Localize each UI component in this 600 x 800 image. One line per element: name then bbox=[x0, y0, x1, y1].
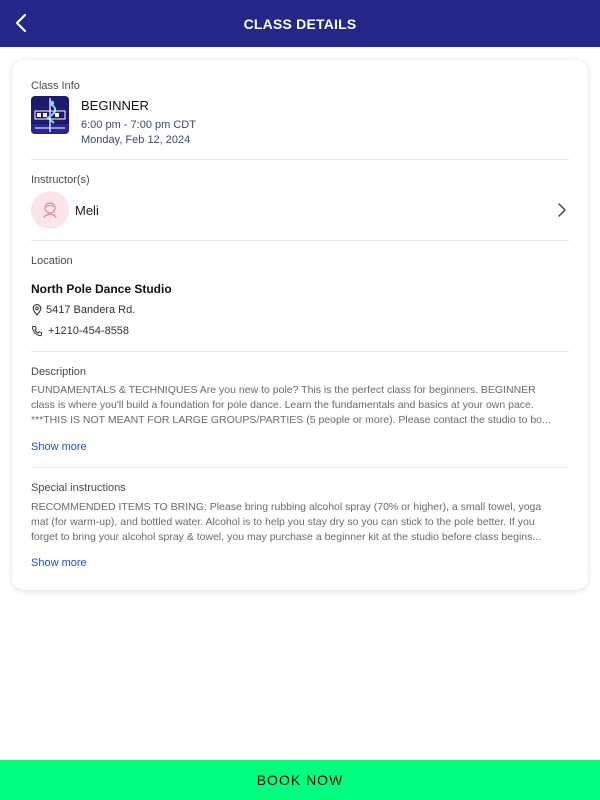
divider bbox=[31, 351, 569, 352]
divider bbox=[31, 240, 569, 241]
description-line: ***THIS IS NOT MEANT FOR LARGE GROUPS/PA… bbox=[31, 414, 551, 426]
class-info-label: Class Info bbox=[31, 80, 80, 92]
page-title: CLASS DETAILS bbox=[243, 15, 357, 32]
instructor-label: Instructor(s) bbox=[31, 174, 90, 186]
special-instructions-text: RECOMMENDED ITEMS TO BRING: Please bring… bbox=[31, 500, 569, 545]
class-name: BEGINNER bbox=[81, 98, 149, 113]
class-details-card: Class Info BEGINNER 6:00 pm - 7:00 pm CD… bbox=[12, 60, 588, 590]
class-thumbnail bbox=[31, 96, 69, 134]
person-icon bbox=[43, 202, 57, 219]
description-line: class is where you'll build a foundation… bbox=[31, 399, 534, 411]
location-label: Location bbox=[31, 255, 73, 267]
special-instructions-show-more-link[interactable]: Show more bbox=[31, 557, 87, 569]
map-pin-icon bbox=[31, 304, 43, 316]
description-label: Description bbox=[31, 366, 87, 378]
phone-row[interactable]: +1210-454-8558 bbox=[31, 323, 129, 339]
back-button[interactable] bbox=[8, 9, 34, 37]
divider bbox=[31, 159, 569, 160]
book-now-button[interactable]: BOOK NOW bbox=[0, 760, 600, 800]
address-text: 5417 Bandera Rd. bbox=[46, 304, 136, 316]
instructor-name: Meli bbox=[75, 203, 99, 218]
description-show-more-link[interactable]: Show more bbox=[31, 441, 87, 453]
phone-text: +1210-454-8558 bbox=[48, 325, 130, 337]
chevron-right-icon bbox=[558, 203, 566, 217]
class-date: Monday, Feb 12, 2024 bbox=[81, 134, 191, 146]
special-instructions-line: mat (for warm-up), and bottled water. Al… bbox=[31, 516, 535, 528]
instructor-row[interactable]: Meli bbox=[31, 191, 569, 229]
chevron-left-icon bbox=[15, 13, 27, 33]
description-text: FUNDAMENTALS & TECHNIQUES Are you new to… bbox=[31, 383, 569, 428]
special-instructions-line: RECOMMENDED ITEMS TO BRING: Please bring… bbox=[31, 501, 542, 513]
divider bbox=[31, 467, 569, 468]
phone-icon bbox=[31, 325, 43, 337]
studio-name: North Pole Dance Studio bbox=[31, 282, 172, 296]
special-instructions-line: forget to bring your alcohol spray & tow… bbox=[31, 531, 542, 543]
special-instructions-label: Special instructions bbox=[31, 482, 126, 494]
description-line: FUNDAMENTALS & TECHNIQUES Are you new to… bbox=[31, 384, 536, 396]
top-bar: CLASS DETAILS bbox=[0, 0, 600, 47]
avatar bbox=[31, 191, 69, 229]
address-row[interactable]: 5417 Bandera Rd. bbox=[31, 302, 135, 318]
class-time: 6:00 pm - 7:00 pm CDT bbox=[81, 119, 196, 131]
